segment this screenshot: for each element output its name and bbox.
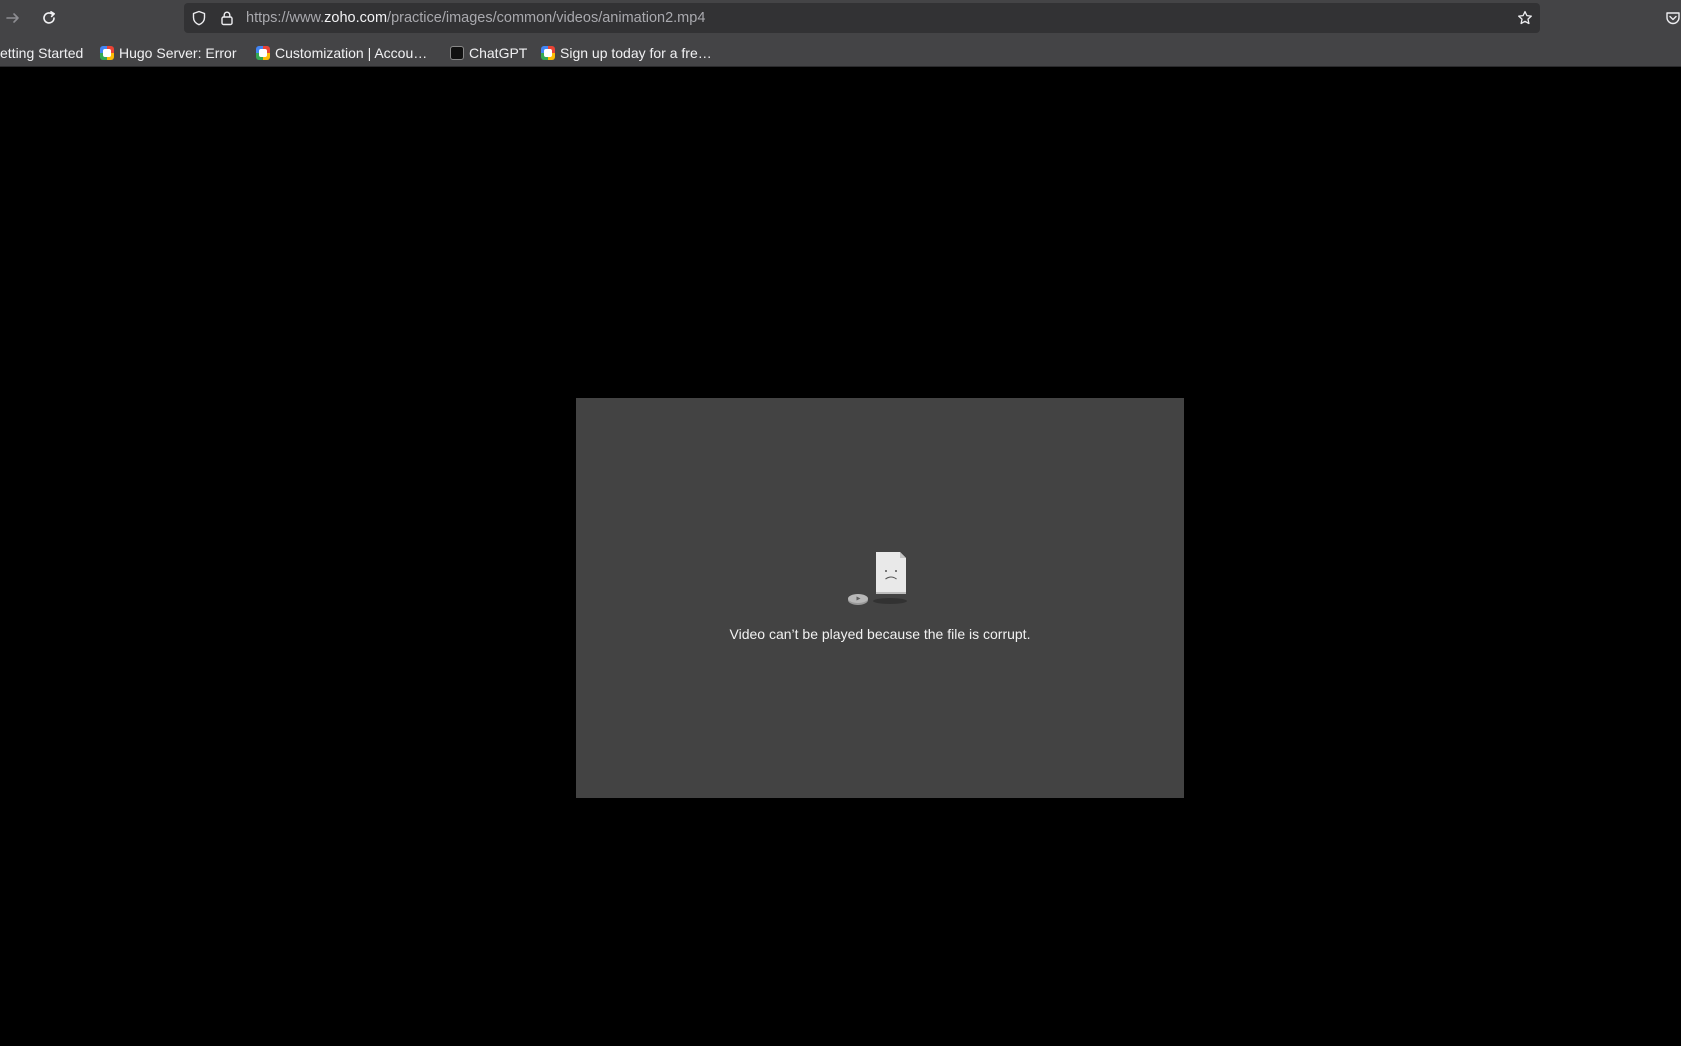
url-bar[interactable]: https://www.zoho.com/practice/images/com… — [184, 3, 1540, 33]
bookmark-label: Hugo Server: Error — [119, 45, 237, 61]
url-prefix: https://www. — [246, 10, 325, 26]
multicolor-favicon-icon — [100, 46, 114, 60]
reload-button[interactable] — [37, 6, 61, 30]
url-host: zoho.com — [324, 10, 388, 26]
bookmark-chatgpt[interactable]: ChatGPT — [450, 40, 527, 66]
lock-icon[interactable] — [219, 10, 235, 26]
corrupt-file-icon — [848, 552, 907, 605]
bookmark-label: Sign up today for a fre… — [560, 45, 712, 61]
video-player[interactable]: Video can’t be played because the file i… — [576, 398, 1184, 798]
forward-button[interactable] — [1, 6, 25, 30]
arrow-right-icon — [6, 13, 19, 23]
shield-icon[interactable] — [191, 10, 207, 26]
star-icon[interactable] — [1517, 10, 1533, 26]
bookmark-label: Customization | Accou… — [275, 45, 428, 61]
bookmark-sign-up[interactable]: Sign up today for a fre… — [541, 40, 712, 66]
url-text[interactable]: https://www.zoho.com/practice/images/com… — [246, 3, 705, 33]
bookmark-label: etting Started — [0, 45, 84, 61]
url-path: /practice/images/common/videos/animation… — [387, 10, 706, 26]
video-error-message: Video can’t be played because the file i… — [729, 626, 1031, 642]
chatgpt-favicon-icon — [450, 46, 464, 60]
browser-toolbar: https://www.zoho.com/practice/images/com… — [0, 0, 1681, 67]
bookmark-label: ChatGPT — [469, 45, 528, 61]
bookmark-getting-started[interactable]: etting Started — [0, 40, 83, 66]
multicolor-favicon-icon — [256, 46, 270, 60]
bookmarks-toolbar: etting Started Hugo Server: Error Custom… — [0, 40, 1681, 66]
reload-icon — [43, 11, 55, 24]
pocket-icon[interactable] — [1665, 10, 1681, 26]
bookmark-customization[interactable]: Customization | Accou… — [256, 40, 427, 66]
multicolor-favicon-icon — [541, 46, 555, 60]
bookmark-hugo-server-error[interactable]: Hugo Server: Error — [100, 40, 236, 66]
